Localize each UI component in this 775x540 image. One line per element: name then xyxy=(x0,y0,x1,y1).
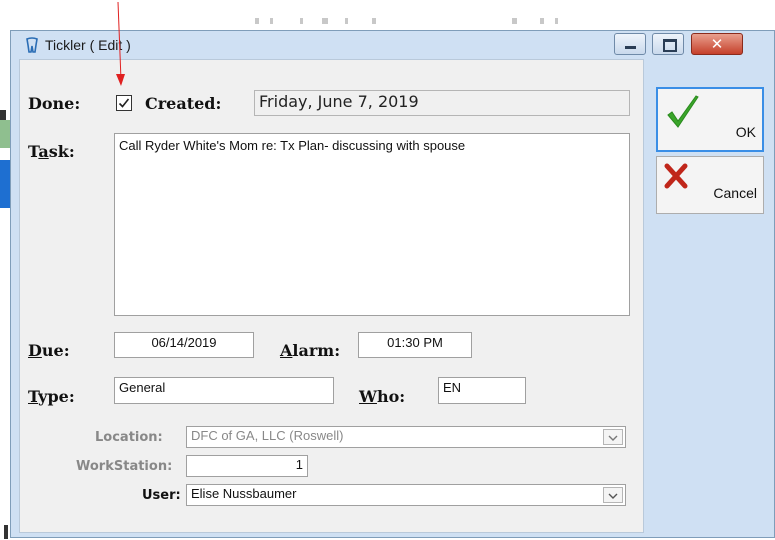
alarm-label: Alarm: xyxy=(280,341,341,360)
done-checkbox[interactable] xyxy=(116,95,132,111)
type-field[interactable]: General xyxy=(114,377,334,404)
task-textarea[interactable]: Call Ryder White's Mom re: Tx Plan- disc… xyxy=(114,133,630,316)
user-dropdown-button[interactable] xyxy=(603,487,623,503)
user-value: Elise Nussbaumer xyxy=(191,486,297,501)
due-label: Due: xyxy=(28,341,70,360)
minimize-button[interactable] xyxy=(614,33,646,55)
close-icon: ✕ xyxy=(710,35,724,53)
who-label: Who: xyxy=(359,387,406,406)
close-button[interactable]: ✕ xyxy=(691,33,743,55)
ok-button-label: OK xyxy=(735,124,756,140)
type-label: Type: xyxy=(28,387,75,406)
ok-button[interactable]: OK xyxy=(656,87,764,152)
done-label: Done: xyxy=(28,94,81,113)
created-field: Friday, June 7, 2019 xyxy=(254,90,630,116)
cancel-button[interactable]: Cancel xyxy=(656,156,764,214)
window-title: Tickler ( Edit ) xyxy=(45,37,131,53)
workstation-field: 1 xyxy=(186,455,308,477)
user-label: User: xyxy=(142,488,181,503)
location-dropdown[interactable]: DFC of GA, LLC (Roswell) xyxy=(186,426,626,448)
location-dropdown-button[interactable] xyxy=(603,429,623,445)
user-dropdown[interactable]: Elise Nussbaumer xyxy=(186,484,626,506)
cancel-button-label: Cancel xyxy=(713,185,757,201)
minimize-icon xyxy=(625,46,636,49)
form-panel: Done: Created: Friday, June 7, 2019 Task… xyxy=(19,59,644,533)
green-checkmark-icon xyxy=(667,95,699,128)
title-bar[interactable]: Tickler ( Edit ) ✕ xyxy=(11,31,774,59)
created-label: Created: xyxy=(145,94,222,113)
chevron-down-icon xyxy=(608,493,618,499)
alarm-time-field[interactable]: 01:30 PM xyxy=(358,332,472,358)
red-x-icon xyxy=(664,163,688,189)
background-app-strip xyxy=(0,0,775,30)
checkmark-icon xyxy=(118,98,130,108)
who-field[interactable]: EN xyxy=(438,377,526,404)
chevron-down-icon xyxy=(608,435,618,441)
workstation-label: WorkStation: xyxy=(76,459,173,474)
location-value: DFC of GA, LLC (Roswell) xyxy=(191,428,344,443)
due-date-field[interactable]: 06/14/2019 xyxy=(114,332,254,358)
maximize-button[interactable] xyxy=(652,33,684,55)
task-label: Task: xyxy=(28,142,75,161)
maximize-icon xyxy=(663,39,677,52)
background-app-edge xyxy=(0,30,10,540)
tooth-icon xyxy=(26,37,38,53)
location-label: Location: xyxy=(95,430,163,445)
